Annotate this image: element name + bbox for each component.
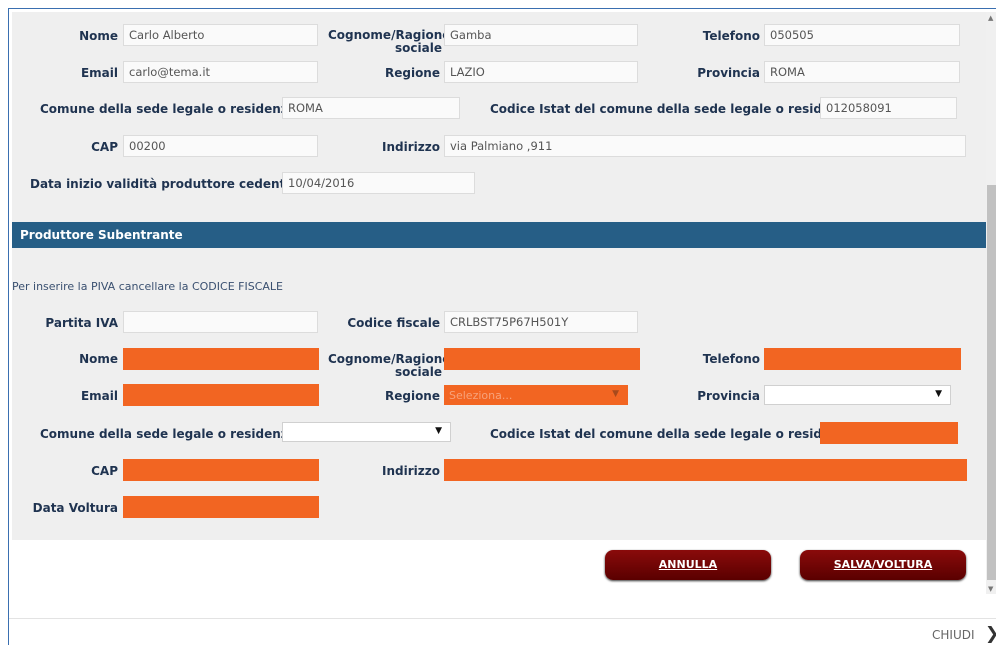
sub-istat-label: Codice Istat del comune della sede legal…: [490, 427, 854, 441]
footer-divider: [9, 618, 996, 619]
cedente-comune-label: Comune della sede legale o residenza: [40, 102, 296, 116]
sub-nome-field[interactable]: [123, 348, 319, 370]
cedente-regione-label: Regione: [384, 66, 440, 80]
chevron-down-icon: ▼: [612, 389, 619, 399]
cedente-istat-field[interactable]: 012058091: [820, 97, 957, 119]
cedente-indirizzo-field[interactable]: via Palmiano ,911: [444, 135, 966, 157]
sub-regione-select[interactable]: Seleziona... ▼: [444, 385, 628, 405]
section-header-subentrante: Produttore Subentrante: [12, 222, 986, 248]
annulla-button[interactable]: ANNULLA: [605, 550, 771, 580]
cedente-email-label: Email: [80, 66, 118, 80]
sub-nome-label: Nome: [79, 352, 118, 366]
scroll-down-icon[interactable]: ▼: [988, 585, 993, 593]
cedente-telefono-field[interactable]: 050505: [764, 24, 960, 46]
close-icon[interactable]: ❯: [985, 624, 996, 644]
sub-provincia-label: Provincia: [697, 389, 760, 403]
cedente-telefono-label: Telefono: [702, 29, 760, 43]
data-voltura-label: Data Voltura: [32, 501, 118, 515]
chevron-down-icon: ▼: [435, 426, 442, 436]
cedente-cognome-label: Cognome/Ragione sociale: [328, 28, 451, 55]
cedente-provincia-field[interactable]: ROMA: [764, 61, 960, 83]
cedente-cap-label: CAP: [91, 140, 118, 154]
piva-field[interactable]: [123, 311, 318, 333]
sub-regione-placeholder: Seleziona...: [449, 389, 513, 402]
cedente-provincia-label: Provincia: [697, 66, 760, 80]
sub-comune-label: Comune della sede legale o residenza: [40, 427, 296, 441]
cedente-indirizzo-label: Indirizzo: [382, 140, 440, 154]
sub-cap-field[interactable]: [123, 459, 319, 481]
cedente-nome-label: Nome: [79, 29, 118, 43]
sub-cognome-field[interactable]: [444, 348, 640, 370]
scrollbar-thumb[interactable]: [987, 185, 996, 580]
cedente-regione-field[interactable]: LAZIO: [444, 61, 638, 83]
scroll-up-icon[interactable]: ▲: [988, 14, 993, 22]
sub-cognome-label: Cognome/Ragione sociale: [328, 352, 451, 379]
chiudi-link[interactable]: CHIUDI: [932, 628, 975, 642]
sub-email-field[interactable]: [123, 384, 319, 406]
salva-voltura-button[interactable]: SALVA/VOLTURA: [800, 550, 966, 580]
cedente-email-field[interactable]: carlo@tema.it: [123, 61, 318, 83]
chevron-down-icon: ▼: [935, 389, 942, 399]
sub-email-label: Email: [80, 389, 118, 403]
data-voltura-field[interactable]: [123, 496, 319, 518]
sub-indirizzo-label: Indirizzo: [382, 464, 440, 478]
sub-telefono-field[interactable]: [764, 348, 961, 370]
cedente-cognome-field[interactable]: Gamba: [444, 24, 638, 46]
cedente-cap-field[interactable]: 00200: [123, 135, 318, 157]
sub-istat-field[interactable]: [820, 422, 958, 444]
codice-fiscale-field[interactable]: CRLBST75P67H501Y: [444, 311, 638, 333]
piva-label: Partita IVA: [45, 316, 118, 330]
sub-telefono-label: Telefono: [702, 352, 760, 366]
sub-provincia-select[interactable]: ▼: [764, 385, 951, 405]
sub-comune-select[interactable]: ▼: [282, 422, 451, 442]
cedente-istat-label: Codice Istat del comune della sede legal…: [490, 102, 854, 116]
cedente-nome-field[interactable]: Carlo Alberto: [123, 24, 318, 46]
codice-fiscale-label: Codice fiscale: [347, 316, 440, 330]
cedente-data-inizio-field[interactable]: 10/04/2016: [282, 172, 475, 194]
piva-note: Per inserire la PIVA cancellare la CODIC…: [12, 280, 283, 293]
cedente-comune-field[interactable]: ROMA: [282, 97, 460, 119]
sub-regione-label: Regione: [384, 389, 440, 403]
sub-indirizzo-field[interactable]: [444, 459, 967, 481]
sub-cap-label: CAP: [91, 464, 118, 478]
cedente-data-inizio-label: Data inizio validità produttore cedente: [30, 177, 294, 191]
